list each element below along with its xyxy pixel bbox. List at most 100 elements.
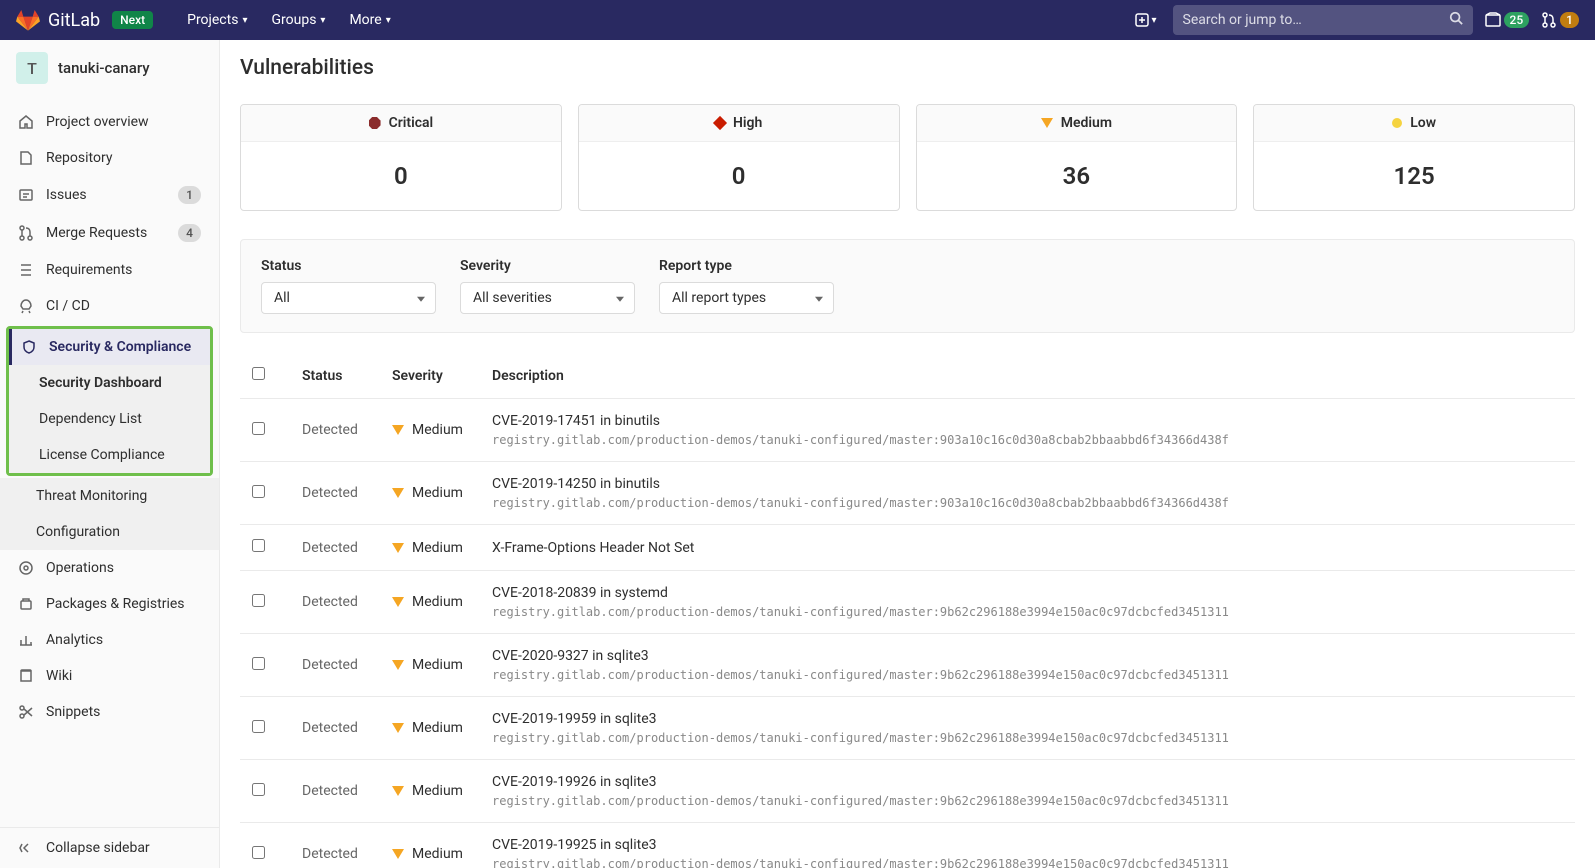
severity-card-critical[interactable]: Critical0 — [240, 104, 562, 211]
table-header-status[interactable]: Status — [302, 368, 392, 384]
menu-more[interactable]: More▾ — [339, 6, 400, 34]
filter-status-select[interactable]: All — [261, 282, 436, 314]
sidebar-item-operations[interactable]: Operations — [0, 550, 219, 586]
row-status: Detected — [302, 485, 392, 501]
row-description: CVE-2020-9327 in sqlite3 registry.gitlab.… — [492, 648, 1563, 682]
sidebar-item-repository[interactable]: Repository — [0, 140, 219, 176]
row-checkbox[interactable] — [252, 657, 265, 670]
severity-medium-icon — [392, 425, 404, 435]
vuln-title[interactable]: CVE-2019-19959 in sqlite3 — [492, 711, 1563, 727]
table-header-description[interactable]: Description — [492, 368, 1563, 384]
new-button[interactable]: ▾ — [1130, 8, 1161, 32]
table-header-severity[interactable]: Severity — [392, 368, 492, 384]
row-checkbox[interactable] — [252, 485, 265, 498]
vuln-title[interactable]: CVE-2019-19925 in sqlite3 — [492, 837, 1563, 853]
severity-card-medium[interactable]: Medium 36 — [916, 104, 1238, 211]
topbar-merge-requests[interactable]: 1 — [1541, 12, 1579, 28]
sidebar-item-requirements[interactable]: Requirements — [0, 252, 219, 288]
merge-icon — [1541, 12, 1557, 28]
vuln-title[interactable]: CVE-2018-20839 in systemd — [492, 585, 1563, 601]
vuln-title[interactable]: CVE-2019-19926 in sqlite3 — [492, 774, 1563, 790]
collapse-sidebar[interactable]: Collapse sidebar — [0, 827, 219, 868]
vuln-title[interactable]: CVE-2020-9327 in sqlite3 — [492, 648, 1563, 664]
table-header-row: Status Severity Description — [240, 353, 1575, 399]
sidebar-sub-security-dashboard[interactable]: Security Dashboard — [9, 365, 210, 401]
next-badge[interactable]: Next — [112, 11, 153, 29]
sidebar-sub-dependency-list[interactable]: Dependency List — [9, 401, 210, 437]
filter-report-type-select[interactable]: All report types — [659, 282, 834, 314]
brand-name[interactable]: GitLab — [48, 10, 100, 31]
vuln-location: registry.gitlab.com/production-demos/tan… — [492, 857, 1563, 868]
chevron-down-icon: ▾ — [242, 15, 247, 26]
sidebar-item-cicd[interactable]: CI / CD — [0, 288, 219, 324]
table-row[interactable]: DetectedMediumCVE-2018-20839 in systemdr… — [240, 571, 1575, 634]
severity-card-low[interactable]: Low125 — [1253, 104, 1575, 211]
severity-card-label: High — [733, 115, 762, 131]
mr-count: 4 — [178, 224, 201, 242]
select-all-checkbox[interactable] — [252, 367, 265, 380]
severity-card-high[interactable]: High0 — [578, 104, 900, 211]
search-input[interactable] — [1183, 12, 1449, 28]
sidebar-item-overview[interactable]: Project overview — [0, 104, 219, 140]
row-checkbox[interactable] — [252, 720, 265, 733]
project-header[interactable]: T tanuki-canary — [0, 40, 219, 96]
row-severity: Medium — [392, 846, 492, 862]
vuln-title[interactable]: CVE-2019-14250 in binutils — [492, 476, 1563, 492]
row-checkbox[interactable] — [252, 539, 265, 552]
table-row[interactable]: DetectedMediumX-Frame-Options Header Not… — [240, 525, 1575, 571]
sidebar-item-security[interactable]: Security & Compliance — [9, 329, 210, 365]
table-row[interactable]: DetectedMediumCVE-2019-19959 in sqlite3r… — [240, 697, 1575, 760]
severity-card-label: Medium — [1061, 115, 1112, 131]
row-checkbox-cell — [252, 657, 302, 674]
row-checkbox-cell — [252, 783, 302, 800]
row-severity: Medium — [392, 657, 492, 673]
sidebar-sub-threat-monitoring[interactable]: Threat Monitoring — [0, 478, 219, 514]
filter-severity-label: Severity — [460, 258, 635, 274]
sidebar-item-analytics[interactable]: Analytics — [0, 622, 219, 658]
operations-icon — [18, 560, 34, 576]
filter-severity-select[interactable]: All severities — [460, 282, 635, 314]
row-status: Detected — [302, 783, 392, 799]
severity-medium-icon — [392, 849, 404, 859]
row-checkbox[interactable] — [252, 846, 265, 859]
row-severity: Medium — [392, 422, 492, 438]
table-row[interactable]: DetectedMediumCVE-2019-19925 in sqlite3r… — [240, 823, 1575, 868]
severity-card-count: 0 — [241, 142, 561, 210]
severity-critical-icon — [369, 117, 381, 129]
vuln-title[interactable]: CVE-2019-17451 in binutils — [492, 413, 1563, 429]
sidebar-highlight-security: Security & Compliance Security Dashboard… — [6, 326, 213, 476]
table-row[interactable]: DetectedMediumCVE-2019-17451 in binutils… — [240, 399, 1575, 462]
vuln-title[interactable]: X-Frame-Options Header Not Set — [492, 540, 1563, 556]
sidebar-item-issues[interactable]: Issues1 — [0, 176, 219, 214]
menu-projects[interactable]: Projects▾ — [177, 6, 257, 34]
sidebar-sub-configuration[interactable]: Configuration — [0, 514, 219, 550]
row-description: CVE-2018-20839 in systemdregistry.gitlab… — [492, 585, 1563, 619]
menu-groups[interactable]: Groups▾ — [261, 6, 335, 34]
table-row[interactable]: DetectedMediumCVE-2020-9327 in sqlite3re… — [240, 634, 1575, 697]
severity-card-count: 125 — [1254, 142, 1574, 210]
severity-medium-icon — [392, 660, 404, 670]
sidebar-item-merge-requests[interactable]: Merge Requests4 — [0, 214, 219, 252]
row-status: Detected — [302, 540, 392, 556]
sidebar-item-snippets[interactable]: Snippets — [0, 694, 219, 730]
sidebar-item-packages[interactable]: Packages & Registries — [0, 586, 219, 622]
vuln-location: registry.gitlab.com/production-demos/tan… — [492, 668, 1563, 682]
row-checkbox[interactable] — [252, 422, 265, 435]
severity-medium-icon — [392, 543, 404, 553]
collapse-icon — [18, 840, 34, 856]
gitlab-logo-icon[interactable] — [16, 8, 40, 32]
severity-card-count: 36 — [917, 142, 1237, 210]
table-row[interactable]: DetectedMediumCVE-2019-14250 in binutils… — [240, 462, 1575, 525]
row-checkbox[interactable] — [252, 783, 265, 796]
merge-icon — [18, 225, 34, 241]
sidebar-security-submenu: Security Dashboard Dependency List Licen… — [9, 365, 210, 473]
topbar-issues[interactable]: 25 — [1485, 12, 1530, 28]
sidebar-nav: Project overview Repository Issues1 Merg… — [0, 96, 219, 827]
row-checkbox[interactable] — [252, 594, 265, 607]
sidebar-item-wiki[interactable]: Wiki — [0, 658, 219, 694]
search-box[interactable] — [1173, 5, 1473, 35]
severity-medium-icon — [392, 488, 404, 498]
vuln-location: registry.gitlab.com/production-demos/tan… — [492, 433, 1563, 447]
sidebar-sub-license-compliance[interactable]: License Compliance — [9, 437, 210, 473]
table-row[interactable]: DetectedMediumCVE-2019-19926 in sqlite3r… — [240, 760, 1575, 823]
